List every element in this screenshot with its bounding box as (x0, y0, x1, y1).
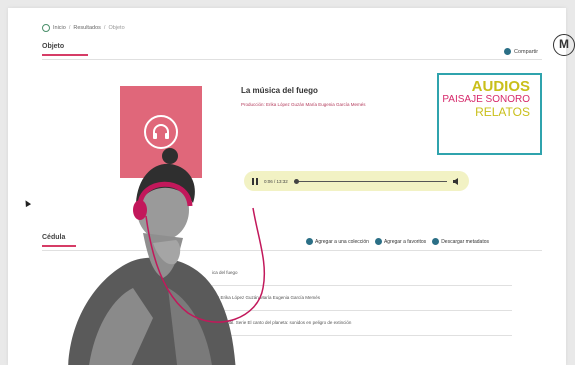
audio-player: 0:06 / 13:32 (244, 171, 469, 191)
breadcrumb-current: Objeto (108, 25, 125, 31)
add-to-collection-label: Agregar a una colección (315, 238, 369, 245)
site-logo-icon[interactable] (42, 24, 50, 32)
breadcrumb-separator: / (68, 25, 71, 31)
page: Inicio / Resultados / Objeto Objeto Comp… (8, 8, 566, 365)
add-to-favorites-button[interactable]: Agregar a favoritos (374, 238, 427, 245)
download-metadata-button[interactable]: Descargar metadatos (432, 238, 489, 245)
person-with-headphones-image (58, 148, 268, 365)
breadcrumb: Inicio / Resultados / Objeto (42, 24, 125, 32)
download-icon (432, 238, 440, 245)
promo-line-paisaje: PAISAJE SONORO (442, 94, 530, 105)
share-button[interactable]: Compartir (504, 48, 538, 55)
share-icon (504, 48, 511, 55)
seek-handle[interactable] (293, 178, 299, 184)
breadcrumb-separator: / (103, 25, 106, 31)
add-to-collection-button[interactable]: Agregar a una colección (306, 238, 369, 245)
add-to-favorites-label: Agregar a favoritos (383, 238, 427, 245)
seek-bar[interactable] (293, 178, 447, 184)
promo-line-audios: AUDIOS (471, 78, 530, 95)
item-actions: Agregar a una colección Agregar a favori… (306, 238, 489, 245)
brand-logo[interactable]: M (553, 34, 575, 56)
star-icon (374, 238, 382, 245)
promo-box: AUDIOS PAISAJE SONORO RELATOS (437, 73, 542, 155)
share-label: Compartir (514, 48, 539, 55)
volume-icon[interactable] (453, 177, 461, 185)
section-title-objeto: Objeto (42, 43, 65, 50)
divider (42, 59, 542, 60)
headphones-icon (144, 115, 178, 149)
promo-line-relatos: RELATOS (475, 105, 530, 119)
section-underline (42, 54, 88, 56)
plus-icon (306, 238, 313, 245)
download-metadata-label: Descargar metadatos (441, 238, 489, 245)
breadcrumb-home[interactable]: Inicio (53, 25, 66, 31)
item-title: La música del fuego (241, 86, 318, 95)
breadcrumb-results[interactable]: Resultados (73, 25, 101, 31)
item-credit: Producción: Erika López Guzán María Euge… (241, 102, 366, 107)
